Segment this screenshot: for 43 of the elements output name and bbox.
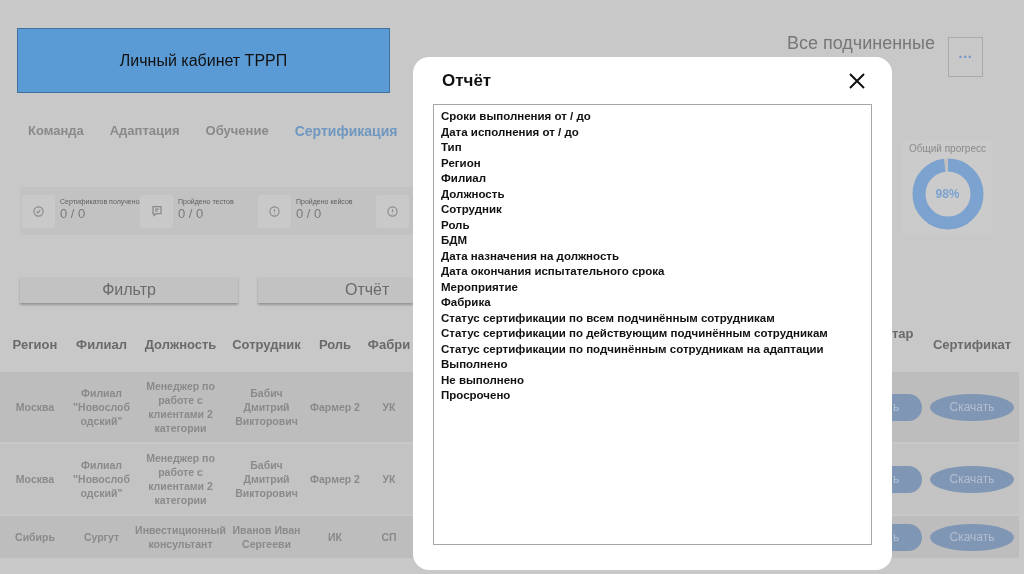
- column-header: тар: [892, 326, 914, 342]
- column-header: Фабри: [367, 337, 411, 353]
- close-icon[interactable]: [849, 73, 865, 89]
- progress-label: Общий прогресс: [909, 143, 986, 155]
- report-field[interactable]: Роль: [441, 217, 470, 233]
- column-header: Сотрудник: [232, 337, 301, 353]
- progress-value: 98%: [934, 186, 961, 203]
- report-field[interactable]: Дата назначения на должность: [441, 248, 619, 264]
- report-field[interactable]: Просрочено: [441, 388, 511, 404]
- report-field[interactable]: Должность: [441, 186, 505, 202]
- message-icon: [140, 194, 173, 228]
- column-header: Сертификат: [932, 337, 1012, 353]
- report-field[interactable]: Статус сертификации по подчинённым сотрудникам на адаптации: [441, 341, 824, 357]
- table-cell: УК: [365, 444, 413, 514]
- report-field[interactable]: Не выполнено: [441, 372, 525, 388]
- report-field[interactable]: Дата исполнения от / до: [441, 124, 579, 140]
- stat-value: 0 / 0: [60, 205, 86, 222]
- table-cell: Бабич Дмитрий Викторович: [228, 444, 305, 514]
- page-title-banner: Личный кабинет ТРРП: [17, 28, 390, 93]
- table-cell: Менеджер по работе с клиентами 2 категории: [133, 444, 228, 514]
- column-header: Должность: [144, 337, 217, 353]
- report-field[interactable]: Филиал: [441, 171, 486, 187]
- report-field[interactable]: БДМ: [441, 233, 468, 249]
- report-field[interactable]: Тип: [441, 140, 462, 156]
- scope-label: Все подчиненные: [786, 32, 935, 54]
- table-cell: Москва: [0, 444, 70, 514]
- report-field[interactable]: Сотрудник: [441, 202, 502, 218]
- report-field[interactable]: Статус сертификации по действующим подчинённым сотрудникам: [441, 326, 828, 342]
- report-field[interactable]: Статус сертификации по всем подчинённым сотрудникам: [441, 310, 775, 326]
- report-field[interactable]: Фабрика: [441, 295, 491, 311]
- column-header: Роль: [318, 337, 352, 353]
- report-field[interactable]: Выполнено: [441, 357, 508, 373]
- report-field[interactable]: Мероприятие: [441, 279, 518, 295]
- stat-value: 0 / 0: [178, 205, 204, 222]
- column-header: Регион: [12, 337, 58, 353]
- report-field[interactable]: Сроки выполнения от / до: [441, 109, 591, 125]
- table-cell: Филиал "Новослободский": [70, 444, 133, 514]
- dialog-title: Отчёт: [442, 70, 492, 93]
- report-field[interactable]: Дата окончания испытательного срока: [441, 264, 665, 280]
- column-header: Филиал: [76, 337, 127, 353]
- stat-value: 0 / 0: [296, 205, 322, 222]
- table-cell: Фармер 2: [305, 444, 365, 514]
- report-field[interactable]: Регион: [441, 155, 481, 171]
